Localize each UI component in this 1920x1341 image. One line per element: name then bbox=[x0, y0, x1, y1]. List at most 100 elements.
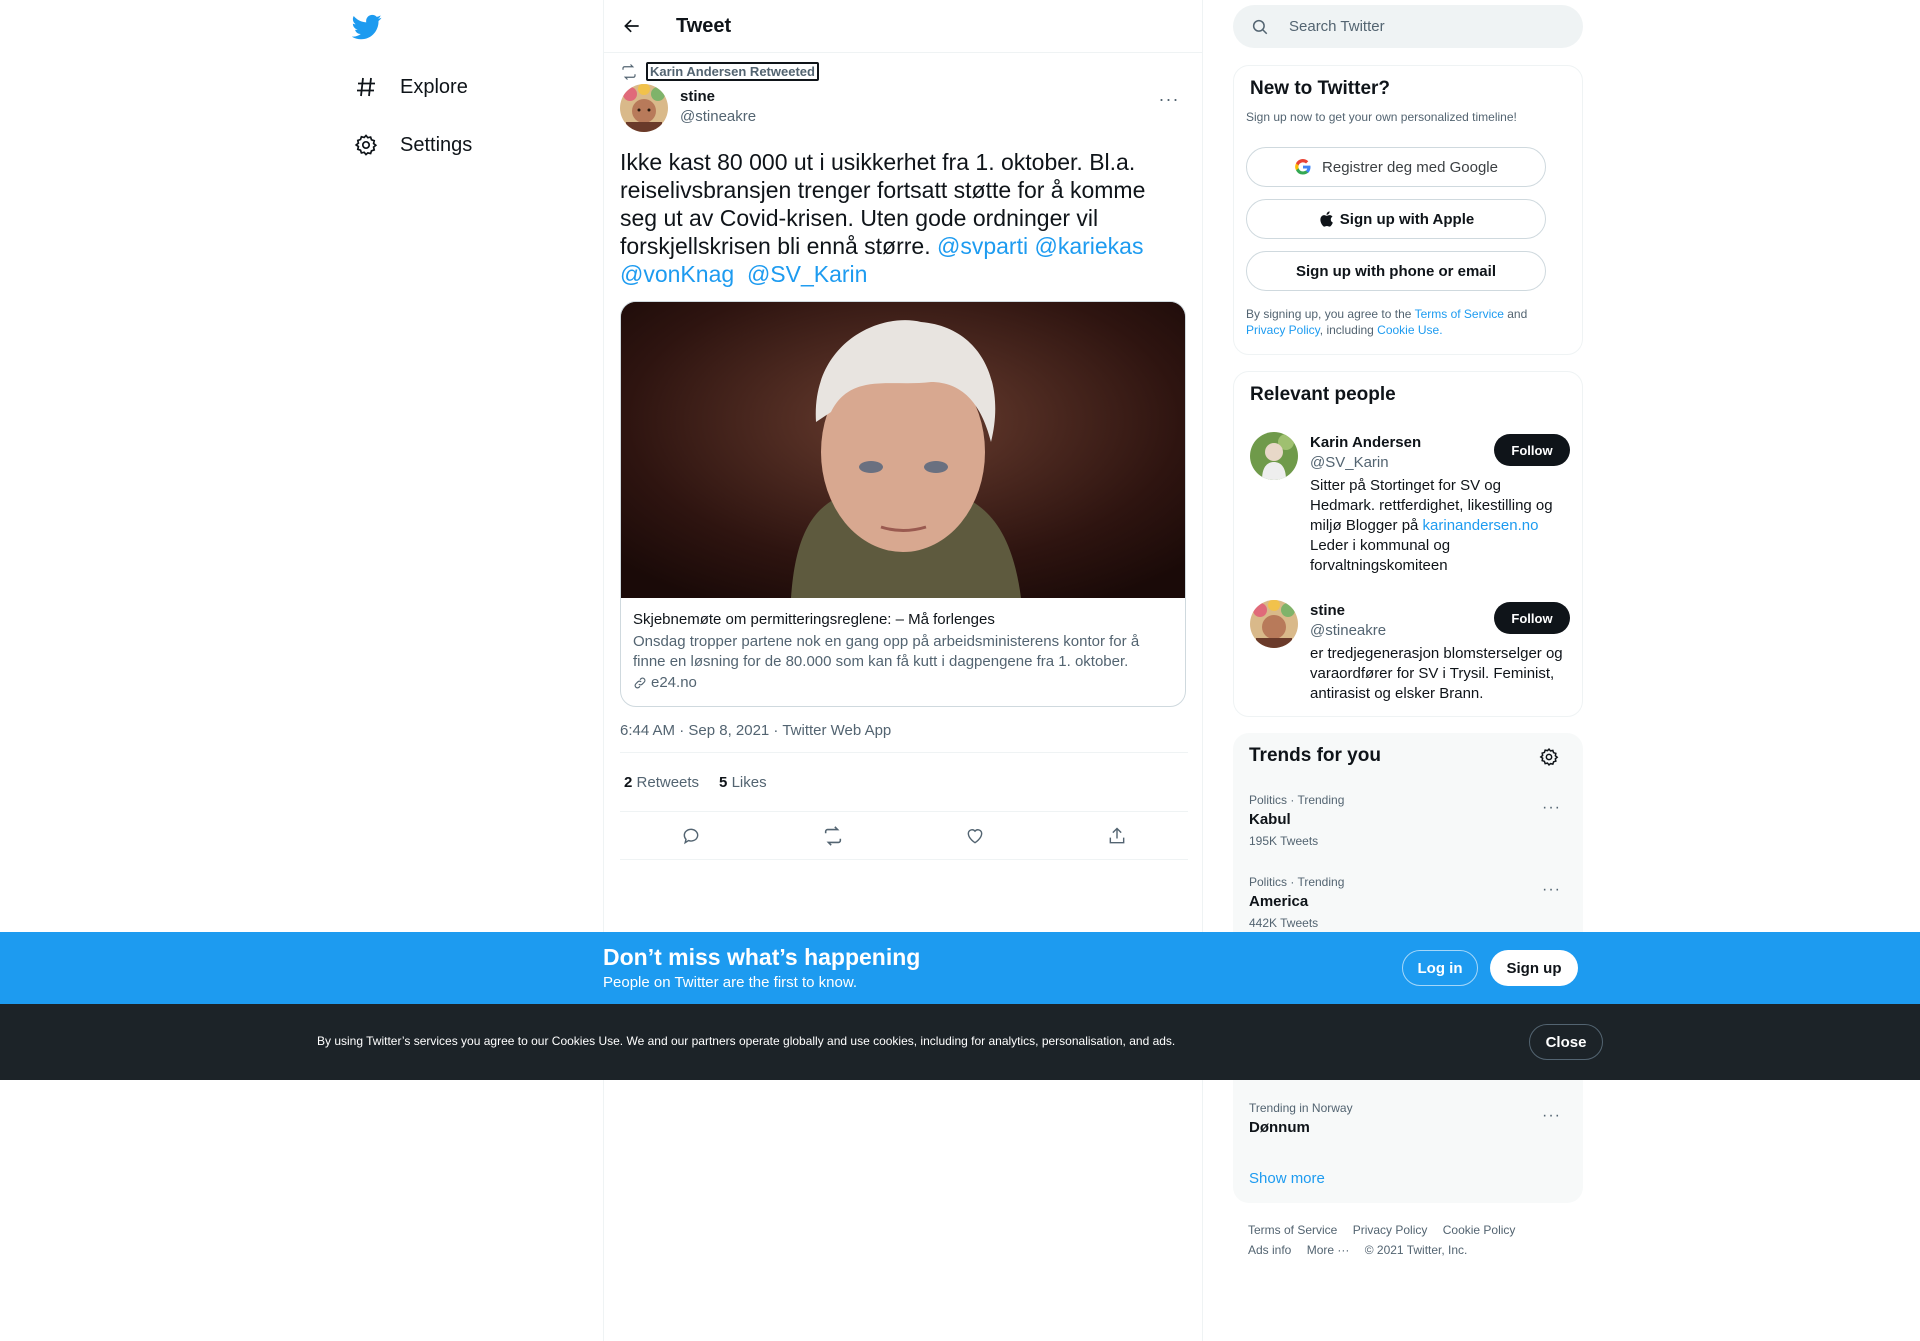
tweet-author: stine @stineakre ··· bbox=[620, 84, 1188, 134]
cookie-use-link[interactable]: Cookie Use. bbox=[1377, 323, 1442, 337]
card-image bbox=[621, 302, 1185, 598]
trend-item[interactable]: Politics · Trending America 442K Tweets … bbox=[1249, 875, 1569, 930]
nav-explore[interactable]: Explore bbox=[352, 67, 468, 107]
nav-settings-label: Settings bbox=[400, 133, 473, 156]
avatar[interactable] bbox=[620, 84, 668, 132]
person-handle[interactable]: @stineakre bbox=[1310, 622, 1386, 639]
retweets-stat[interactable]: 2 Retweets bbox=[624, 774, 699, 791]
person-name[interactable]: Karin Andersen bbox=[1310, 434, 1421, 451]
link-icon bbox=[634, 677, 646, 688]
apple-signup-label: Sign up with Apple bbox=[1339, 210, 1475, 228]
terms-link[interactable]: Terms of Service bbox=[1415, 307, 1504, 321]
signup-button[interactable]: Sign up bbox=[1490, 950, 1578, 986]
bio-website-link[interactable]: karinandersen.no bbox=[1423, 517, 1539, 534]
likes-stat[interactable]: 5 Likes bbox=[719, 774, 767, 791]
retweets-label: Retweets bbox=[636, 773, 700, 791]
likes-count: 5 bbox=[719, 773, 728, 791]
person-bio: Sitter på Stortinget for SV og Hedmark. … bbox=[1310, 476, 1570, 576]
like-heart-icon[interactable] bbox=[963, 824, 987, 848]
phone-email-signup-button[interactable]: Sign up with phone or email bbox=[1246, 251, 1546, 291]
card-description: Onsdag tropper partene nok en gang opp p… bbox=[633, 633, 1140, 670]
relevant-people-title: Relevant people bbox=[1250, 384, 1396, 405]
share-icon[interactable] bbox=[1105, 824, 1129, 848]
trend-item[interactable]: Trending in Norway Dønnum ··· bbox=[1249, 1101, 1569, 1136]
signup-banner: Don’t miss what’s happening People on Tw… bbox=[0, 932, 1920, 1004]
new-to-twitter-subtitle: Sign up now to get your own personalized… bbox=[1246, 110, 1517, 124]
card-title: Skjebnemøte om permitteringsreglene: – M… bbox=[633, 611, 995, 628]
avatar[interactable] bbox=[1250, 432, 1298, 480]
google-signup-button[interactable]: Registrer deg med Google bbox=[1246, 147, 1546, 187]
cookie-notice-text: By using Twitter’s services you agree to… bbox=[317, 1034, 1176, 1048]
banner-subtitle: People on Twitter are the first to know. bbox=[603, 974, 858, 991]
search-box[interactable] bbox=[1233, 5, 1583, 48]
author-name[interactable]: stine bbox=[680, 88, 715, 105]
more-options-icon[interactable]: ··· bbox=[1542, 799, 1561, 817]
twitter-bird-icon[interactable] bbox=[351, 12, 386, 42]
footer-link[interactable]: Ads info bbox=[1248, 1243, 1291, 1257]
trend-category: Politics · Trending bbox=[1249, 875, 1345, 889]
tweet-text: Ikke kast 80 000 ut i usikkerhet fra 1. … bbox=[620, 148, 1180, 288]
trend-category: Trending in Norway bbox=[1249, 1101, 1353, 1115]
tweet-column: Tweet Karin Andersen Retweeted stine @st… bbox=[603, 0, 1203, 1341]
gear-icon[interactable] bbox=[1539, 747, 1559, 767]
card-domain: e24.no bbox=[633, 674, 1173, 691]
page-title: Tweet bbox=[676, 14, 732, 37]
show-more-link[interactable]: Show more bbox=[1249, 1170, 1325, 1187]
mention-link[interactable]: @SV_Karin bbox=[747, 261, 868, 287]
tweet-stats: 2 Retweets 5 Likes bbox=[620, 752, 1188, 812]
more-options-icon[interactable]: ··· bbox=[1542, 881, 1561, 899]
nav-settings[interactable]: Settings bbox=[352, 125, 472, 165]
footer-link[interactable]: Terms of Service bbox=[1248, 1223, 1337, 1237]
retweeted-by-link[interactable]: Karin Andersen Retweeted bbox=[646, 62, 819, 81]
reply-icon[interactable] bbox=[679, 824, 703, 848]
legal-text-3: , including bbox=[1319, 323, 1378, 337]
copyright: © 2021 Twitter, Inc. bbox=[1364, 1243, 1468, 1257]
new-to-twitter-panel: New to Twitter? Sign up now to get your … bbox=[1233, 65, 1583, 355]
trend-name: Dønnum bbox=[1249, 1119, 1310, 1136]
person-bio: er tredjegenerasjon blomsterselger og va… bbox=[1310, 645, 1563, 702]
mention-link[interactable]: @vonKnag bbox=[620, 261, 734, 287]
mention-link[interactable]: @kariekas bbox=[1034, 233, 1143, 259]
tweet-actions bbox=[620, 812, 1188, 860]
card-domain-text: e24.no bbox=[651, 674, 697, 691]
signup-legal-text: By signing up, you agree to the Terms of… bbox=[1246, 306, 1566, 338]
person-handle[interactable]: @SV_Karin bbox=[1310, 454, 1389, 471]
trend-category: Politics · Trending bbox=[1249, 793, 1345, 807]
trend-item[interactable]: Politics · Trending Kabul 195K Tweets ··… bbox=[1249, 793, 1569, 848]
search-input[interactable] bbox=[1289, 18, 1549, 35]
more-options-icon[interactable]: ··· bbox=[1542, 1107, 1561, 1125]
privacy-link[interactable]: Privacy Policy bbox=[1246, 323, 1320, 337]
phone-email-signup-label: Sign up with phone or email bbox=[1295, 262, 1496, 280]
avatar[interactable] bbox=[1250, 600, 1298, 648]
trend-count: 195K Tweets bbox=[1249, 834, 1319, 848]
mention-link[interactable]: @svparti bbox=[937, 233, 1028, 259]
close-button[interactable]: Close bbox=[1529, 1024, 1603, 1060]
google-signup-label: Registrer deg med Google bbox=[1322, 158, 1498, 176]
retweets-count: 2 bbox=[624, 773, 633, 791]
author-handle[interactable]: @stineakre bbox=[680, 108, 756, 125]
trend-name: Kabul bbox=[1249, 811, 1291, 828]
login-button[interactable]: Log in bbox=[1402, 950, 1478, 986]
follow-button[interactable]: Follow bbox=[1494, 434, 1570, 466]
person-name[interactable]: stine bbox=[1310, 602, 1345, 619]
card-meta: Skjebnemøte om permitteringsreglene: – M… bbox=[621, 598, 1185, 703]
person-bio-text: Leder i kommunal og forvaltningskomiteen bbox=[1310, 537, 1451, 574]
tweet-timestamp[interactable]: 6:44 AM · Sep 8, 2021 · Twitter Web App bbox=[620, 722, 891, 739]
more-options-icon[interactable]: ··· bbox=[1158, 88, 1180, 110]
follow-button[interactable]: Follow bbox=[1494, 602, 1570, 634]
footer-link[interactable]: More ··· bbox=[1307, 1243, 1350, 1257]
banner-title: Don’t miss what’s happening bbox=[603, 944, 921, 970]
trend-count: 442K Tweets bbox=[1249, 916, 1319, 930]
hashtag-icon bbox=[352, 73, 380, 101]
legal-text-2: and bbox=[1503, 307, 1528, 321]
relevant-people-panel: Relevant people Karin Andersen @SV_Karin… bbox=[1233, 371, 1583, 717]
footer-link[interactable]: Cookie Policy bbox=[1443, 1223, 1516, 1237]
footer-link[interactable]: Privacy Policy bbox=[1353, 1223, 1428, 1237]
back-arrow-icon[interactable] bbox=[622, 14, 646, 38]
retweet-icon[interactable] bbox=[821, 824, 845, 848]
nav-explore-label: Explore bbox=[400, 75, 468, 98]
apple-icon bbox=[1320, 211, 1333, 227]
link-card[interactable]: Skjebnemøte om permitteringsreglene: – M… bbox=[620, 301, 1186, 707]
trend-name: America bbox=[1249, 893, 1309, 910]
apple-signup-button[interactable]: Sign up with Apple bbox=[1246, 199, 1546, 239]
